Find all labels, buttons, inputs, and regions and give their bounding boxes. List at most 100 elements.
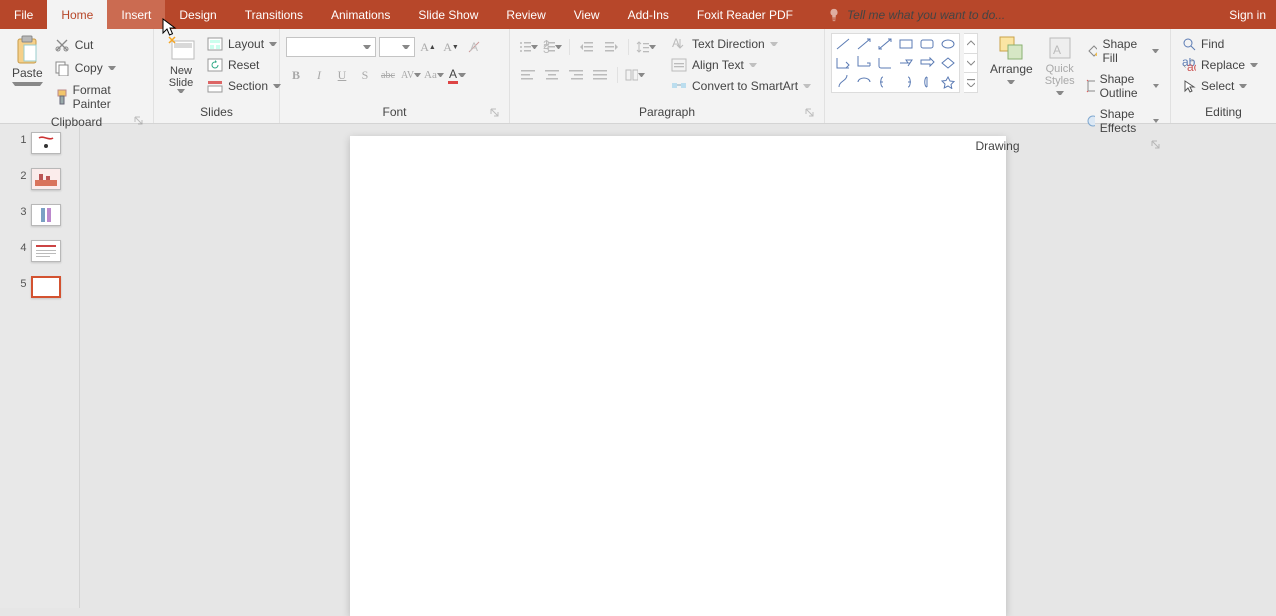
group-editing: Find abacReplace Select Editing xyxy=(1171,29,1276,123)
ribbon: Paste Cut Copy Format Painter Clipboard xyxy=(0,29,1276,124)
tab-addins[interactable]: Add-Ins xyxy=(614,0,683,29)
tab-transitions[interactable]: Transitions xyxy=(231,0,317,29)
svg-text:A: A xyxy=(672,37,680,50)
bucket-icon xyxy=(1086,44,1098,58)
paintbrush-icon xyxy=(54,89,68,105)
dialog-launcher-icon[interactable] xyxy=(1150,139,1162,151)
tab-file[interactable]: File xyxy=(0,0,47,29)
select-button[interactable]: Select xyxy=(1179,77,1261,95)
decrease-font-button[interactable]: A▼ xyxy=(441,37,461,57)
chevron-down-icon xyxy=(108,64,116,72)
text-direction-button[interactable]: A Text Direction xyxy=(668,35,814,53)
sign-in-link[interactable]: Sign in xyxy=(1219,0,1276,29)
bullets-button[interactable] xyxy=(518,37,538,57)
layout-icon xyxy=(207,37,223,51)
find-button[interactable]: Find xyxy=(1179,35,1261,53)
text-shadow-button[interactable]: S xyxy=(355,65,375,85)
find-label: Find xyxy=(1201,37,1224,51)
shape-outline-label: Shape Outline xyxy=(1100,72,1148,100)
tab-home[interactable]: Home xyxy=(47,0,107,29)
new-slide-button[interactable]: New Slide xyxy=(160,33,202,101)
decrease-indent-button[interactable] xyxy=(577,37,597,57)
shape-fill-button[interactable]: Shape Fill xyxy=(1083,35,1162,67)
align-text-button[interactable]: Align Text xyxy=(668,56,814,74)
new-slide-label: New Slide xyxy=(169,65,193,89)
bold-button[interactable]: B xyxy=(286,65,306,85)
chevron-down-icon xyxy=(1153,117,1159,125)
underline-button[interactable]: U xyxy=(332,65,352,85)
tab-design[interactable]: Design xyxy=(165,0,230,29)
group-label-slides: Slides xyxy=(200,105,233,119)
arrange-button[interactable]: Arrange xyxy=(984,33,1039,101)
outline-icon xyxy=(1086,79,1095,93)
tab-slideshow[interactable]: Slide Show xyxy=(404,0,492,29)
shapes-gallery[interactable] xyxy=(831,33,960,93)
paste-button[interactable]: Paste xyxy=(6,33,49,101)
dialog-launcher-icon[interactable] xyxy=(133,115,145,127)
reset-button[interactable]: Reset xyxy=(204,56,284,74)
thumb-4[interactable]: 4 xyxy=(19,240,61,262)
quick-styles-button[interactable]: A Quick Styles xyxy=(1039,33,1081,101)
shape-outline-button[interactable]: Shape Outline xyxy=(1083,70,1162,102)
thumb-5[interactable]: 5 xyxy=(19,276,61,298)
slide-canvas[interactable] xyxy=(350,136,1006,616)
thumb-num: 4 xyxy=(19,242,27,254)
clear-formatting-button[interactable]: A xyxy=(464,37,484,57)
tab-foxit[interactable]: Foxit Reader PDF xyxy=(683,0,807,29)
shape-effects-label: Shape Effects xyxy=(1100,107,1148,135)
font-size-combo[interactable] xyxy=(379,37,415,57)
section-button[interactable]: Section xyxy=(204,77,284,95)
chevron-down-icon xyxy=(649,43,656,51)
thumb-3[interactable]: 3 xyxy=(19,204,61,226)
replace-button[interactable]: abacReplace xyxy=(1179,56,1261,74)
align-center-button[interactable] xyxy=(542,65,562,85)
search-icon xyxy=(1182,37,1196,51)
slide-canvas-area[interactable] xyxy=(80,124,1276,608)
thumb-1[interactable]: 1 xyxy=(19,132,61,154)
tab-view[interactable]: View xyxy=(560,0,614,29)
paste-label: Paste xyxy=(12,66,43,80)
format-painter-button[interactable]: Format Painter xyxy=(51,81,145,113)
tell-me-search[interactable]: Tell me what you want to do... xyxy=(827,0,1005,29)
replace-icon: abac xyxy=(1182,58,1196,72)
section-label: Section xyxy=(228,79,268,93)
convert-smartart-button[interactable]: Convert to SmartArt xyxy=(668,77,814,95)
thumb-2[interactable]: 2 xyxy=(19,168,61,190)
layout-button[interactable]: Layout xyxy=(204,35,284,53)
shapes-gallery-nav[interactable] xyxy=(964,33,978,93)
justify-button[interactable] xyxy=(590,65,610,85)
font-color-button[interactable]: A xyxy=(447,65,467,85)
shape-fill-label: Shape Fill xyxy=(1102,37,1147,65)
svg-text:ac: ac xyxy=(1187,60,1196,72)
font-name-combo[interactable] xyxy=(286,37,376,57)
align-text-label: Align Text xyxy=(692,58,744,72)
gallery-more-icon[interactable] xyxy=(964,73,977,92)
copy-button[interactable]: Copy xyxy=(51,58,145,78)
group-font: A▲ A▼ A B I U S abc AV Aa A Font xyxy=(280,29,510,123)
cut-button[interactable]: Cut xyxy=(51,35,145,55)
increase-indent-button[interactable] xyxy=(601,37,621,57)
strikethrough-button[interactable]: abc xyxy=(378,65,398,85)
tab-animations[interactable]: Animations xyxy=(317,0,404,29)
tell-me-placeholder: Tell me what you want to do... xyxy=(847,8,1005,22)
change-case-button[interactable]: Aa xyxy=(424,65,444,85)
align-left-button[interactable] xyxy=(518,65,538,85)
tab-insert[interactable]: Insert xyxy=(107,0,165,29)
tab-review[interactable]: Review xyxy=(492,0,559,29)
dialog-launcher-icon[interactable] xyxy=(804,107,816,119)
convert-smartart-label: Convert to SmartArt xyxy=(692,79,798,93)
italic-button[interactable]: I xyxy=(309,65,329,85)
character-spacing-button[interactable]: AV xyxy=(401,65,421,85)
columns-button[interactable] xyxy=(625,65,645,85)
gallery-up-icon[interactable] xyxy=(964,34,977,54)
slide-thumbnail-panel[interactable]: 1 2 3 4 5 xyxy=(0,124,80,608)
align-right-button[interactable] xyxy=(566,65,586,85)
numbering-button[interactable]: 123 xyxy=(542,37,562,57)
increase-font-button[interactable]: A▲ xyxy=(418,37,438,57)
reset-label: Reset xyxy=(228,58,259,72)
line-spacing-button[interactable] xyxy=(636,37,656,57)
select-label: Select xyxy=(1201,79,1234,93)
dialog-launcher-icon[interactable] xyxy=(489,107,501,119)
shape-effects-button[interactable]: Shape Effects xyxy=(1083,105,1162,137)
gallery-down-icon[interactable] xyxy=(964,54,977,74)
